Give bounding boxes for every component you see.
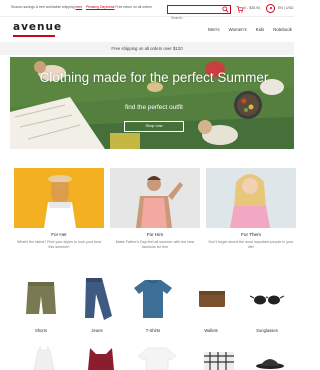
for-her-desc: What's the latest? Find your styles to l… (16, 240, 102, 249)
for-them-title[interactable]: For Them (206, 232, 296, 237)
search-box (167, 5, 231, 22)
product-top[interactable] (76, 346, 126, 370)
for-him-image[interactable] (110, 168, 200, 228)
jeans-image[interactable] (72, 276, 122, 321)
logo-underline (13, 35, 55, 37)
for-her-title[interactable]: For Her (14, 232, 104, 237)
site-header: avenue Men's Women's Kids Notebook (0, 17, 294, 41)
nav-womens[interactable]: Women's (229, 27, 247, 32)
search-icon[interactable] (222, 6, 229, 13)
tshirts-label[interactable]: T-Shirts (128, 328, 178, 333)
product-wallets[interactable]: Wallets (186, 276, 236, 333)
nav-mens[interactable]: Men's (208, 27, 220, 32)
promo-text: Season savings & free worldwide shipping (11, 5, 75, 9)
for-him-title[interactable]: For Him (110, 232, 200, 237)
product-jeans[interactable]: Jeans (72, 276, 122, 333)
sunglasses-label[interactable]: Sunglasses (242, 328, 292, 333)
top-bar: Season savings & free worldwide shipping… (0, 0, 294, 22)
wallets-label[interactable]: Wallets (186, 328, 236, 333)
tshirts-image[interactable] (128, 276, 178, 321)
promo-link[interactable]: here (75, 5, 82, 9)
product-hat[interactable] (248, 346, 298, 370)
product-shirt[interactable] (132, 346, 182, 370)
account-icon[interactable] (266, 4, 275, 13)
for-her-image[interactable] (14, 168, 104, 228)
category-for-him[interactable]: For Him Make Father's Day feel all summe… (110, 168, 200, 249)
promo2-text: Free return on all orders (115, 5, 152, 9)
shipping-banner: Free shipping on all orders over $120 (0, 42, 294, 55)
for-them-desc: Don't forget about the most important pe… (208, 240, 294, 249)
category-for-them[interactable]: For Them Don't forget about the most imp… (206, 168, 296, 249)
product-plaid[interactable] (196, 346, 246, 370)
shorts-label[interactable]: Shorts (16, 328, 66, 333)
promo-notice: Season savings & free worldwide shipping… (11, 5, 82, 9)
main-nav: Men's Women's Kids Notebook (208, 27, 292, 32)
product-dress[interactable] (20, 346, 70, 370)
hero-title: Clothing made for the perfect Summer (39, 70, 269, 85)
wallets-image[interactable] (186, 276, 236, 321)
language-currency[interactable]: EN | USD (278, 6, 294, 10)
hero-shop-button[interactable]: Shop now (124, 121, 184, 132)
shorts-image[interactable] (16, 276, 66, 321)
cart-total[interactable]: 0 - $35.94 (244, 6, 260, 10)
promo-notice-2: Pleasing Daybreak Free return on all ord… (86, 5, 152, 9)
nav-kids[interactable]: Kids (256, 27, 265, 32)
category-for-her[interactable]: For Her What's the latest? Find your sty… (14, 168, 104, 249)
product-shorts[interactable]: Shorts (16, 276, 66, 333)
hero-subtitle: find the perfect outfit (125, 104, 183, 111)
product-sunglasses[interactable]: Sunglasses (242, 276, 292, 333)
site-logo[interactable]: avenue (13, 21, 62, 33)
sunglasses-image[interactable] (242, 276, 292, 321)
for-him-desc: Make Father's Day feel all summer with t… (115, 240, 195, 249)
hero-banner: Clothing made for the perfect Summer fin… (10, 57, 294, 149)
product-tshirts[interactable]: T-Shirts (128, 276, 178, 333)
jeans-label[interactable]: Jeans (72, 328, 122, 333)
for-them-image[interactable] (206, 168, 296, 228)
promo2-link[interactable]: Pleasing Daybreak (86, 5, 114, 9)
cart-icon[interactable] (236, 5, 244, 13)
nav-notebook[interactable]: Notebook (273, 27, 292, 32)
